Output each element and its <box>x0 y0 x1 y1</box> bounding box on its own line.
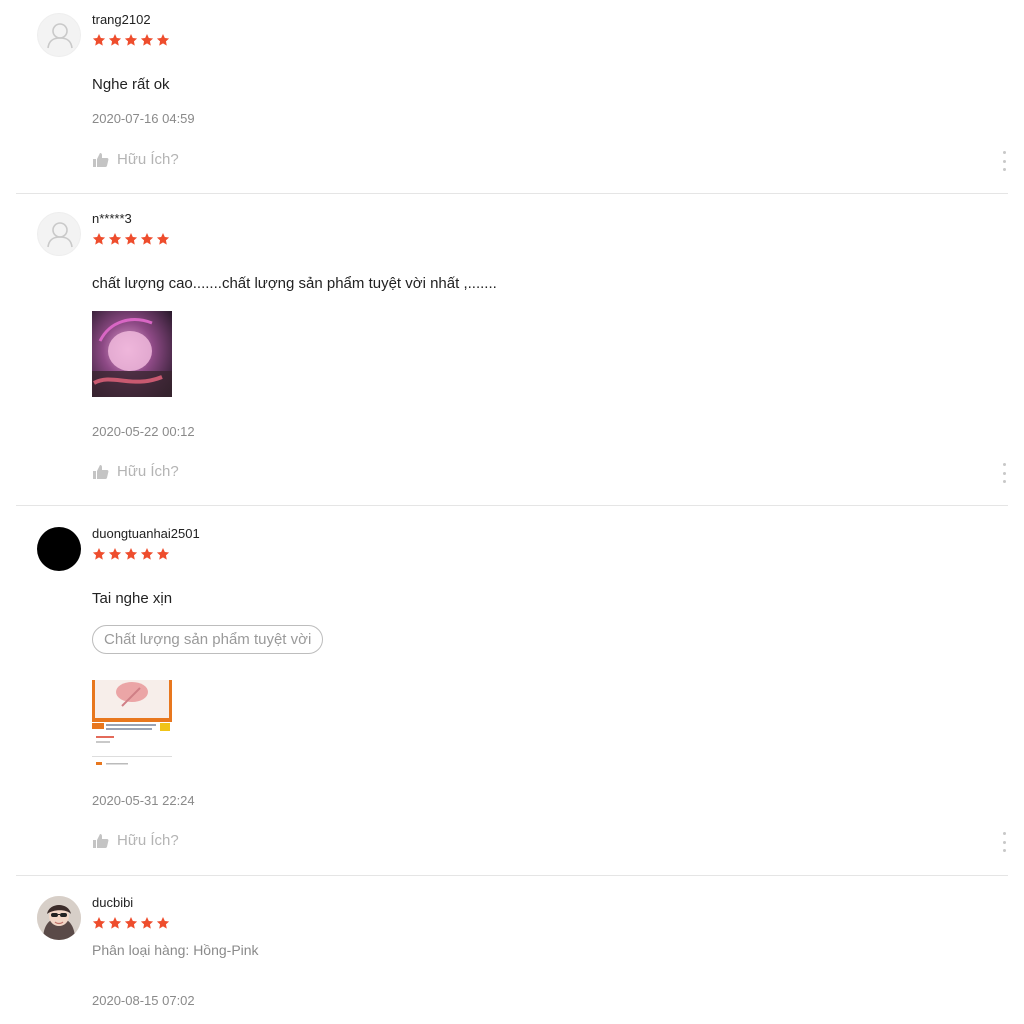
thumbs-up-icon <box>93 833 109 848</box>
star-icon <box>140 34 154 46</box>
thumbs-up-icon <box>93 464 109 479</box>
star-icon <box>140 233 154 245</box>
review-photo[interactable] <box>92 680 172 766</box>
username: duongtuanhai2501 <box>92 526 200 541</box>
review-item: ducbibi Phân loại hàng: Hồng-Pink 2020-0… <box>16 895 1008 1024</box>
star-icon <box>124 917 138 929</box>
star-icon <box>108 34 122 46</box>
review-item: trang2102 Nghe rất ok 2020-07-16 04:59 H… <box>16 12 1008 194</box>
review-date: 2020-05-31 22:24 <box>92 793 195 808</box>
star-icon <box>124 34 138 46</box>
username: ducbibi <box>92 895 134 910</box>
star-icon <box>156 548 170 560</box>
star-icon <box>156 233 170 245</box>
divider <box>16 505 1008 506</box>
star-icon <box>140 548 154 560</box>
star-icon <box>108 917 122 929</box>
star-rating <box>92 33 170 47</box>
star-icon <box>140 917 154 929</box>
photo-thumbnail <box>92 680 172 766</box>
star-rating <box>92 547 170 561</box>
star-icon <box>156 34 170 46</box>
username: trang2102 <box>92 12 151 27</box>
photo-thumbnail <box>92 311 172 397</box>
star-icon <box>108 548 122 560</box>
star-icon <box>92 34 106 46</box>
review-date: 2020-08-15 07:02 <box>92 993 195 1008</box>
avatar[interactable] <box>37 13 81 57</box>
user-icon <box>47 23 73 49</box>
divider <box>16 875 1008 876</box>
star-rating <box>92 232 170 246</box>
star-icon <box>92 548 106 560</box>
avatar[interactable] <box>37 527 81 571</box>
star-icon <box>156 917 170 929</box>
star-icon <box>124 233 138 245</box>
review-date: 2020-07-16 04:59 <box>92 111 195 126</box>
review-comment: Tai nghe xịn <box>92 590 173 607</box>
review-tag: Chất lượng sản phẩm tuyệt vời <box>92 625 324 654</box>
star-icon <box>92 233 106 245</box>
review-photo[interactable] <box>92 311 172 397</box>
star-icon <box>92 917 106 929</box>
more-vertical-icon[interactable] <box>1000 151 1008 171</box>
user-icon <box>47 222 73 248</box>
helpful-label: Hữu Ích? <box>117 832 179 849</box>
review-comment: Nghe rất ok <box>92 76 170 93</box>
helpful-button[interactable]: Hữu Ích? <box>92 463 179 480</box>
username: n*****3 <box>92 211 132 226</box>
helpful-button[interactable]: Hữu Ích? <box>92 151 179 168</box>
review-comment: chất lượng cao.......chất lượng sản phẩm… <box>92 275 497 292</box>
avatar[interactable] <box>37 212 81 256</box>
star-icon <box>108 233 122 245</box>
review-item: duongtuanhai2501 Tai nghe xịn Chất lượng… <box>16 526 1008 876</box>
helpful-button[interactable]: Hữu Ích? <box>92 832 179 849</box>
more-vertical-icon[interactable] <box>1000 463 1008 483</box>
helpful-label: Hữu Ích? <box>117 151 179 168</box>
star-rating <box>92 916 170 930</box>
helpful-label: Hữu Ích? <box>117 463 179 480</box>
avatar[interactable] <box>37 896 81 940</box>
divider <box>16 193 1008 194</box>
review-date: 2020-05-22 00:12 <box>92 424 195 439</box>
star-icon <box>124 548 138 560</box>
product-variation: Phân loại hàng: Hồng-Pink <box>92 942 259 958</box>
user-photo <box>37 896 81 940</box>
thumbs-up-icon <box>93 152 109 167</box>
more-vertical-icon[interactable] <box>1000 832 1008 852</box>
review-item: n*****3 chất lượng cao.......chất lượng … <box>16 211 1008 506</box>
